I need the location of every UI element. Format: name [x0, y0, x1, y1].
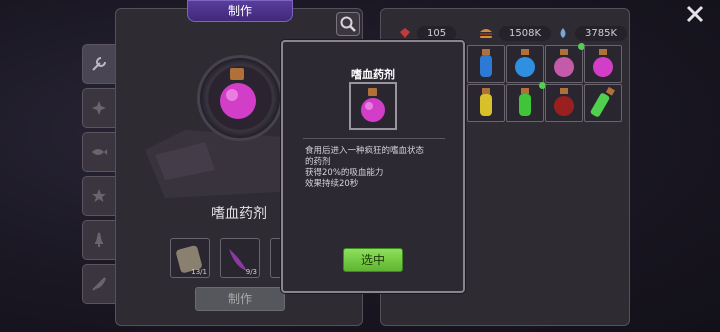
red-gem-icon — [400, 28, 410, 38]
magenta-potion-icon — [593, 49, 613, 77]
inventory-slot[interactable] — [506, 45, 544, 83]
item-description: 食用后进入一种疯狂的嗜血状态 的药剂 获得20%的吸血能力 效果持续20秒 — [305, 146, 450, 190]
close-icon — [686, 5, 704, 23]
inventory-slot[interactable] — [545, 84, 583, 122]
craft-category-tabs — [82, 44, 116, 308]
feather-icon — [92, 277, 106, 291]
resource-value: 105 — [417, 25, 457, 41]
close-button[interactable] — [684, 3, 706, 25]
dialog-item-frame — [349, 82, 397, 130]
inventory-slot[interactable] — [467, 84, 505, 122]
craft-button[interactable]: 制作 — [195, 287, 285, 311]
inventory-slot[interactable] — [467, 45, 505, 83]
select-button[interactable]: 选中 — [343, 248, 403, 272]
green-potion-icon — [519, 88, 531, 116]
green-vial-icon — [590, 86, 615, 117]
yellow-potion-icon — [480, 88, 492, 116]
ingredient-count: 9/3 — [245, 268, 257, 276]
blue-drop-icon — [560, 28, 566, 38]
description-line: 食用后进入一种疯狂的嗜血状态 — [305, 146, 425, 156]
blood-potion-icon — [361, 88, 385, 122]
resource-water: 3785K — [557, 23, 628, 43]
star-burst-icon — [92, 101, 106, 115]
search-button[interactable] — [336, 12, 360, 36]
tab-wrench[interactable] — [82, 44, 116, 84]
fish-icon — [92, 149, 107, 155]
dialog-title: 嗜血药剂 — [351, 68, 395, 81]
inventory-slot[interactable] — [584, 84, 622, 122]
blue-potion-icon — [480, 49, 492, 77]
tab-fish[interactable] — [82, 132, 116, 172]
star-icon — [92, 189, 106, 202]
selected-item-frame — [197, 55, 283, 141]
tab-star-burst[interactable] — [82, 88, 116, 128]
description-line: 效果持续20秒 — [305, 179, 359, 189]
inventory-slot[interactable] — [506, 82, 546, 122]
item-detail-dialog: 嗜血药剂 食用后进入一种疯狂的嗜血状态 的药剂 获得20%的吸血能力 效果持续2… — [281, 40, 465, 293]
burger-icon — [480, 29, 492, 38]
resource-food: 1508K — [479, 23, 552, 43]
resource-value: 1508K — [499, 25, 552, 41]
description-line: 获得20%的吸血能力 — [305, 168, 384, 178]
wrench-icon — [92, 57, 106, 71]
divider — [303, 138, 445, 139]
azure-potion-icon — [515, 49, 535, 77]
red-flask-icon — [554, 88, 574, 116]
inventory-slot[interactable] — [545, 43, 585, 83]
ingredient-slot[interactable]: 9/3 — [220, 238, 260, 278]
dagger-icon — [95, 232, 103, 247]
craft-header: 制作 — [187, 0, 293, 22]
description-line: 的药剂 — [305, 157, 331, 167]
resource-value: 3785K — [575, 25, 628, 41]
tab-dagger[interactable] — [82, 220, 116, 260]
blood-potion-icon — [220, 68, 256, 119]
pink-potion-icon — [554, 49, 574, 77]
ingredient-count: 13/1 — [191, 268, 207, 276]
tab-star[interactable] — [82, 176, 116, 216]
tab-feather[interactable] — [82, 264, 116, 304]
ingredient-slot[interactable]: 13/1 — [170, 238, 210, 278]
inventory-slot[interactable] — [584, 45, 622, 83]
search-icon — [340, 16, 356, 32]
